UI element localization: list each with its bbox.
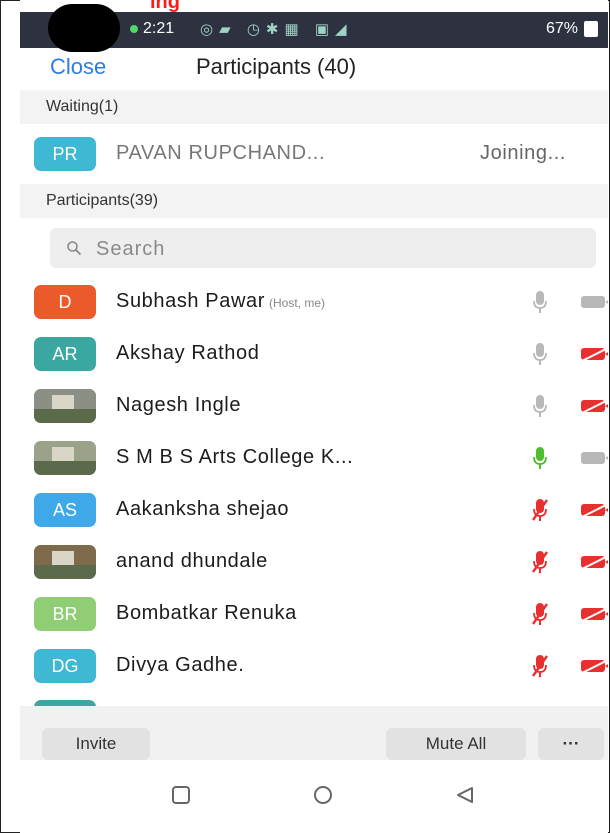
avatar: AS [34,493,96,527]
avatar-initials: AS [52,499,77,520]
video-off-icon[interactable] [580,554,608,570]
waiting-row[interactable]: PR PAVAN RUPCHAND... Joining... [20,128,608,180]
participant-name: Divya Gadhe. [116,654,244,677]
participant-name-text: anand dhundale [116,550,268,572]
video-icon[interactable] [580,294,608,310]
avatar-photo [34,389,96,423]
mic-muted-icon[interactable] [532,550,548,574]
page-title: Participants (40) [196,54,357,79]
participant-name-text: S M B S Arts College K... [116,446,354,468]
call-active-icon [130,25,138,33]
mic-icon[interactable] [532,394,548,418]
participant-name: Bombatkar Renuka [116,602,297,625]
participant-name-text: Akshay Rathod [116,342,260,364]
participant-name-text: Nagesh Ingle [116,394,242,416]
waiting-section-header: Waiting(1) [20,90,608,124]
status-icons: ◎▰ ◷✱▦ ▣◢ [200,20,353,38]
volte-icon: ▣ [314,21,336,38]
battery-percent: 67% [545,20,578,37]
mic-icon[interactable] [532,342,548,366]
search-input[interactable] [94,234,578,264]
search-bar[interactable] [50,228,596,268]
participants-header: Close Participants (40) [20,48,608,90]
waiting-section-label: Waiting(1) [46,98,119,115]
phone-screen: 2:21 ◎▰ ◷✱▦ ▣◢ 67% ing Close Participant… [20,0,608,833]
whatsapp-icon: ◎ [200,21,220,38]
mic-muted-icon[interactable] [532,602,548,626]
video-icon[interactable] [580,450,608,466]
invite-button[interactable]: Invite [42,728,150,760]
video-off-icon[interactable] [580,502,608,518]
participant-row[interactable]: BR Bombatkar Renuka [20,588,608,640]
mic-icon[interactable] [532,290,548,314]
status-time: 2:21 [143,20,175,37]
participant-row[interactable]: D Subhash Pawar (Host, me) [20,276,608,328]
participant-name-text: Divya Gadhe. [116,654,245,676]
waiting-status: Joining... [480,142,567,164]
status-time-group: 2:21 [130,20,174,38]
host-tag: (Host, me) [269,296,326,310]
avatar: DG [34,649,96,683]
participant-row[interactable]: AR Akshay Rathod [20,328,608,380]
home-icon[interactable] [308,780,338,810]
bluetooth-icon: ✱ [265,21,285,38]
network-icon: ▦ [284,21,305,38]
avatar: AR [34,337,96,371]
mute-all-button[interactable]: Mute All [386,728,526,760]
avatar: BR [34,597,96,631]
avatar-initials: PR [52,143,78,164]
battery-icon [584,21,598,37]
alarm-icon: ◷ [246,21,266,38]
close-button[interactable]: Close [50,54,106,80]
video-off-icon[interactable] [580,346,608,362]
avatar: D [34,285,96,319]
participant-name-text: Subhash Pawar [116,290,266,312]
participant-row[interactable]: anand dhundale [20,536,608,588]
status-bar: 2:21 ◎▰ ◷✱▦ ▣◢ 67% [20,4,608,52]
participant-row[interactable]: DG Divya Gadhe. [20,640,608,692]
participant-name: Subhash Pawar (Host, me) [116,290,325,313]
mic-icon[interactable] [532,446,548,470]
participant-row[interactable]: AS Aakanksha shejao [20,484,608,536]
avatar-initials: D [58,291,72,312]
participants-section-header: Participants(39) [20,184,608,218]
video-off-icon[interactable] [580,398,608,414]
participant-name: S M B S Arts College K... [116,446,353,469]
video-off-icon[interactable] [580,606,608,622]
more-options-button[interactable]: ··· [538,728,604,760]
participants-section-label: Participants(39) [46,192,159,209]
avatar-initials: AR [52,343,78,364]
avatar-photo [34,441,96,475]
participant-name: Aakanksha shejao [116,498,289,521]
battery-group: 67% [546,20,598,38]
participant-row[interactable]: Nagesh Ingle [20,380,608,432]
participant-name: anand dhundale [116,550,268,573]
participant-name: Nagesh Ingle [116,394,241,417]
camera-icon: ▰ [219,21,237,38]
recent-apps-icon[interactable] [166,780,196,810]
waiting-participant-name: PAVAN RUPCHAND... [116,142,326,164]
avatar: PR [34,137,96,171]
avatar-photo [34,545,96,579]
participant-name-text: Bombatkar Renuka [116,602,297,624]
participant-name-text: Aakanksha shejao [116,498,290,520]
avatar-initials: BR [52,603,78,624]
redaction-blob [48,4,120,52]
avatar-initials: DG [51,655,79,676]
mic-muted-icon[interactable] [532,498,548,522]
back-icon[interactable] [450,780,480,810]
mic-muted-icon[interactable] [532,654,548,678]
participant-name: Akshay Rathod [116,342,259,365]
signal-icon: ◢ [335,21,353,38]
video-off-icon[interactable] [580,658,608,674]
search-icon [67,241,82,256]
android-nav-bar [20,760,608,833]
annotation-text: ing [150,0,180,13]
participant-row[interactable]: S M B S Arts College K... [20,432,608,484]
